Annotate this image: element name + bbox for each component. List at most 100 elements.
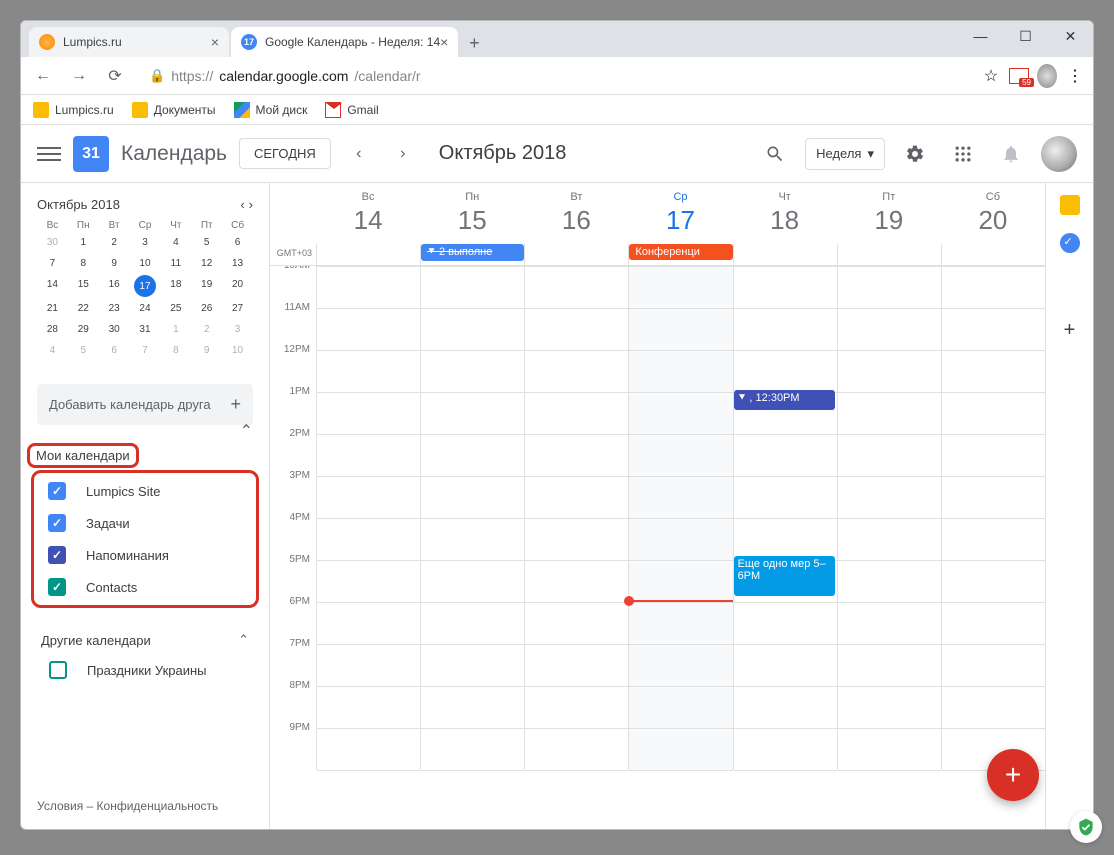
bookmark-item[interactable]: Документы [132,102,216,118]
mini-day[interactable]: 26 [191,299,222,318]
close-icon[interactable]: × [440,34,448,50]
today-button[interactable]: СЕГОДНЯ [239,138,331,169]
mini-day[interactable]: 17 [134,275,156,297]
bell-icon[interactable] [993,136,1029,172]
day-column[interactable] [316,266,420,770]
mini-day[interactable]: 30 [99,320,130,339]
mini-day[interactable]: 27 [222,299,253,318]
event-chip[interactable]: Конференци [629,244,732,260]
mini-day[interactable]: 7 [37,254,68,273]
my-calendars-toggle[interactable]: Мои календари [36,448,130,463]
create-fab[interactable]: + [987,749,1039,801]
mini-day[interactable]: 14 [37,275,68,297]
mini-day[interactable]: 2 [191,320,222,339]
minimize-button[interactable]: — [958,21,1003,51]
allday-cell[interactable] [837,244,941,265]
mini-day[interactable]: 8 [68,254,99,273]
mini-day[interactable]: 4 [37,341,68,360]
mini-day[interactable]: 1 [68,233,99,252]
gmail-badge-icon[interactable] [1009,66,1029,86]
mini-day[interactable]: 18 [160,275,191,297]
reload-button[interactable]: ⟳ [101,62,129,90]
new-tab-button[interactable]: + [460,29,488,57]
profile-icon[interactable] [1037,66,1057,86]
mini-day[interactable]: 23 [99,299,130,318]
bookmark-item[interactable]: Gmail [325,102,378,118]
mini-day[interactable]: 9 [191,341,222,360]
menu-icon[interactable]: ⋮ [1065,66,1085,86]
gear-icon[interactable] [897,136,933,172]
mini-day[interactable]: 15 [68,275,99,297]
mini-calendar[interactable]: ВсПнВтСрЧтПтСб30123456789101112131415161… [37,220,253,360]
security-shield-icon[interactable] [1070,811,1102,843]
mini-day[interactable]: 20 [222,275,253,297]
mini-day[interactable]: 9 [99,254,130,273]
close-button[interactable]: ✕ [1048,21,1093,51]
mini-day[interactable]: 21 [37,299,68,318]
forward-button[interactable]: → [65,62,93,90]
mini-day[interactable]: 1 [160,320,191,339]
mini-day[interactable]: 6 [222,233,253,252]
event-chip[interactable]: ⯆ 2 выполне [421,244,524,261]
day-header[interactable]: Вс14 [316,183,420,244]
mini-day[interactable]: 4 [160,233,191,252]
day-column[interactable] [524,266,628,770]
chevron-up-icon[interactable]: ⌃ [240,421,253,441]
mini-day[interactable]: 5 [68,341,99,360]
bookmark-item[interactable]: Мой диск [234,102,308,118]
mini-day[interactable]: 31 [130,320,161,339]
add-friend-calendar[interactable]: Добавить календарь друга + [37,384,253,425]
maximize-button[interactable]: ☐ [1003,21,1048,51]
time-grid[interactable]: 10AM11AM12PM1PM2PM3PM4PM5PM6PM7PM8PM9PM … [270,266,1045,829]
day-column[interactable] [628,266,732,770]
other-calendars-toggle[interactable]: Другие календари ⌃ [37,626,253,654]
day-header[interactable]: Пт19 [837,183,941,244]
mini-day[interactable]: 19 [191,275,222,297]
apps-icon[interactable] [945,136,981,172]
calendar-item[interactable]: Праздники Украины [37,654,253,686]
mini-day[interactable]: 28 [37,320,68,339]
calendar-item[interactable]: ✓Contacts [36,571,254,603]
event[interactable]: Еще одно мер 5–6PM [734,556,835,596]
checkbox[interactable] [49,661,67,679]
checkbox[interactable]: ✓ [48,514,66,532]
mini-day[interactable]: 25 [160,299,191,318]
day-column[interactable] [420,266,524,770]
plus-icon[interactable]: + [230,394,241,415]
mini-day[interactable]: 11 [160,254,191,273]
mini-day[interactable]: 22 [68,299,99,318]
mini-day[interactable]: 3 [222,320,253,339]
mini-day[interactable]: 3 [130,233,161,252]
star-icon[interactable]: ☆ [981,66,1001,86]
day-column[interactable] [941,266,1045,770]
hamburger-icon[interactable] [37,142,61,166]
close-icon[interactable]: × [211,34,219,50]
day-header[interactable]: Пн15 [420,183,524,244]
mini-day[interactable]: 6 [99,341,130,360]
mini-day[interactable]: 10 [222,341,253,360]
next-button[interactable]: › [387,138,419,170]
allday-cell[interactable] [733,244,837,265]
mini-day[interactable]: 13 [222,254,253,273]
calendar-item[interactable]: ✓Lumpics Site [36,475,254,507]
mini-day[interactable]: 5 [191,233,222,252]
allday-cell[interactable]: ⯆ 2 выполне [420,244,524,265]
tab-calendar[interactable]: 17 Google Календарь - Неделя: 14 × [231,27,458,57]
event[interactable]: ⯆ , 12:30PM [734,390,835,410]
mini-prev[interactable]: ‹ [240,197,244,212]
tasks-icon[interactable] [1060,233,1080,253]
allday-cell[interactable] [316,244,420,265]
url-field[interactable]: 🔒 https://calendar.google.com/calendar/r [137,62,973,90]
mini-day[interactable]: 12 [191,254,222,273]
calendar-item[interactable]: ✓Напоминания [36,539,254,571]
checkbox[interactable]: ✓ [48,578,66,596]
tab-lumpics[interactable]: Lumpics.ru × [29,27,229,57]
prev-button[interactable]: ‹ [343,138,375,170]
day-header[interactable]: Сб20 [941,183,1045,244]
day-column[interactable]: ⯆ , 12:30PM Еще одно мер 5–6PM [733,266,837,770]
day-column[interactable] [837,266,941,770]
keep-icon[interactable] [1060,195,1080,215]
mini-day[interactable]: 7 [130,341,161,360]
avatar[interactable] [1041,136,1077,172]
day-header[interactable]: Чт18 [733,183,837,244]
